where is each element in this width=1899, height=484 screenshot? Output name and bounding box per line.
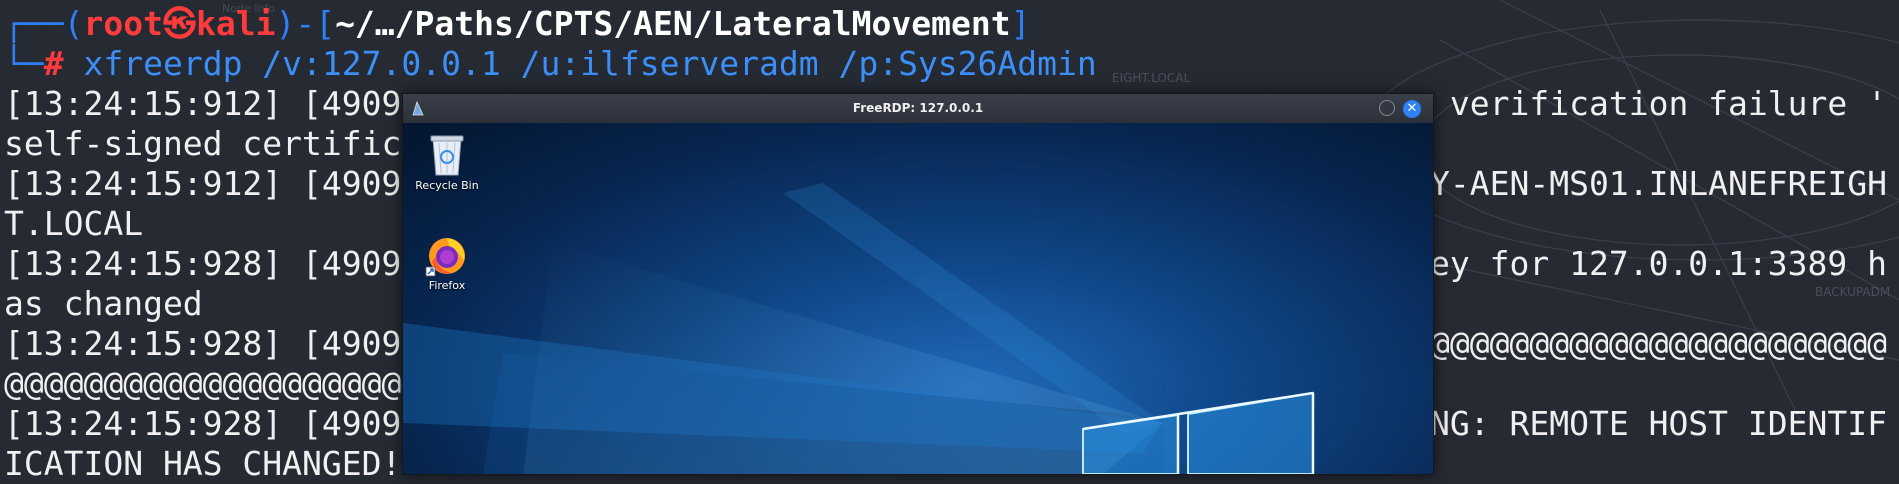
window-titlebar[interactable]: FreeRDP: 127.0.0.1 ✕ bbox=[403, 94, 1433, 123]
window-title: FreeRDP: 127.0.0.1 bbox=[852, 101, 984, 115]
terminal-line-left: [13:24:15:928] [4909 bbox=[4, 244, 402, 283]
terminal-line-left: [13:24:15:912] [4909 bbox=[4, 84, 402, 123]
prompt-path: ~/…/Paths/CPTS/AEN/LateralMovement bbox=[335, 4, 1011, 43]
remote-desktop[interactable]: Recycle Bin Firefox bbox=[403, 123, 1433, 474]
desktop-icon-recycle-bin[interactable]: Recycle Bin bbox=[407, 133, 487, 192]
terminal-line-right: ey for 127.0.0.1:3389 h bbox=[1430, 244, 1887, 283]
terminal-line-left: T.LOCAL bbox=[4, 204, 144, 243]
minimize-button[interactable] bbox=[1379, 100, 1395, 116]
prompt-hash: # bbox=[43, 44, 64, 83]
close-button[interactable]: ✕ bbox=[1403, 100, 1421, 118]
terminal-line-left: @@@@@@@@@@@@@@@@@@@@@@ bbox=[4, 364, 442, 403]
terminal-line-left: self-signed certific bbox=[4, 124, 402, 163]
firefox-label: Firefox bbox=[428, 279, 466, 292]
firefox-icon bbox=[425, 238, 465, 277]
prompt-host: kali bbox=[195, 4, 276, 43]
prompt-line: ┌──(root㉿kali)-[~/…/Paths/CPTS/AEN/Later… bbox=[4, 4, 1031, 43]
terminal-line-right: NG: REMOTE HOST IDENTIF bbox=[1430, 404, 1887, 443]
recycle-bin-label: Recycle Bin bbox=[415, 179, 479, 192]
terminal-line-right: Y-AEN-MS01.INLANEFREIGH bbox=[1430, 164, 1887, 203]
terminal-line-right: @@@@@@@@@@@@@@@@@@@@@@@@@ bbox=[1390, 324, 1887, 363]
skull-icon: ㉿ bbox=[162, 4, 196, 43]
terminal-line-left: [13:24:15:912] [4909 bbox=[4, 164, 402, 203]
command-line: └─# xfreerdp /v:127.0.0.1 /u:ilfserverad… bbox=[4, 44, 1097, 83]
command-text: xfreerdp /v:127.0.0.1 /u:ilfserveradm /p… bbox=[83, 44, 1097, 83]
terminal-line-left: ICATION HAS CHANGED! bbox=[4, 444, 402, 483]
windows-wallpaper bbox=[403, 183, 1315, 474]
recycle-bin-icon bbox=[430, 135, 464, 176]
terminal-line-left: [13:24:15:928] [4909 bbox=[4, 324, 402, 363]
terminal-line-left: as changed bbox=[4, 284, 203, 323]
terminal-line-right: verification failure ' bbox=[1449, 84, 1887, 123]
freerdp-window[interactable]: FreeRDP: 127.0.0.1 ✕ Recycle Bin Firefox bbox=[402, 93, 1434, 475]
prompt-user: root bbox=[83, 4, 163, 43]
desktop-icon-firefox[interactable]: Firefox bbox=[407, 231, 487, 292]
terminal-line-left: [13:24:15:928] [4909 bbox=[4, 404, 402, 443]
